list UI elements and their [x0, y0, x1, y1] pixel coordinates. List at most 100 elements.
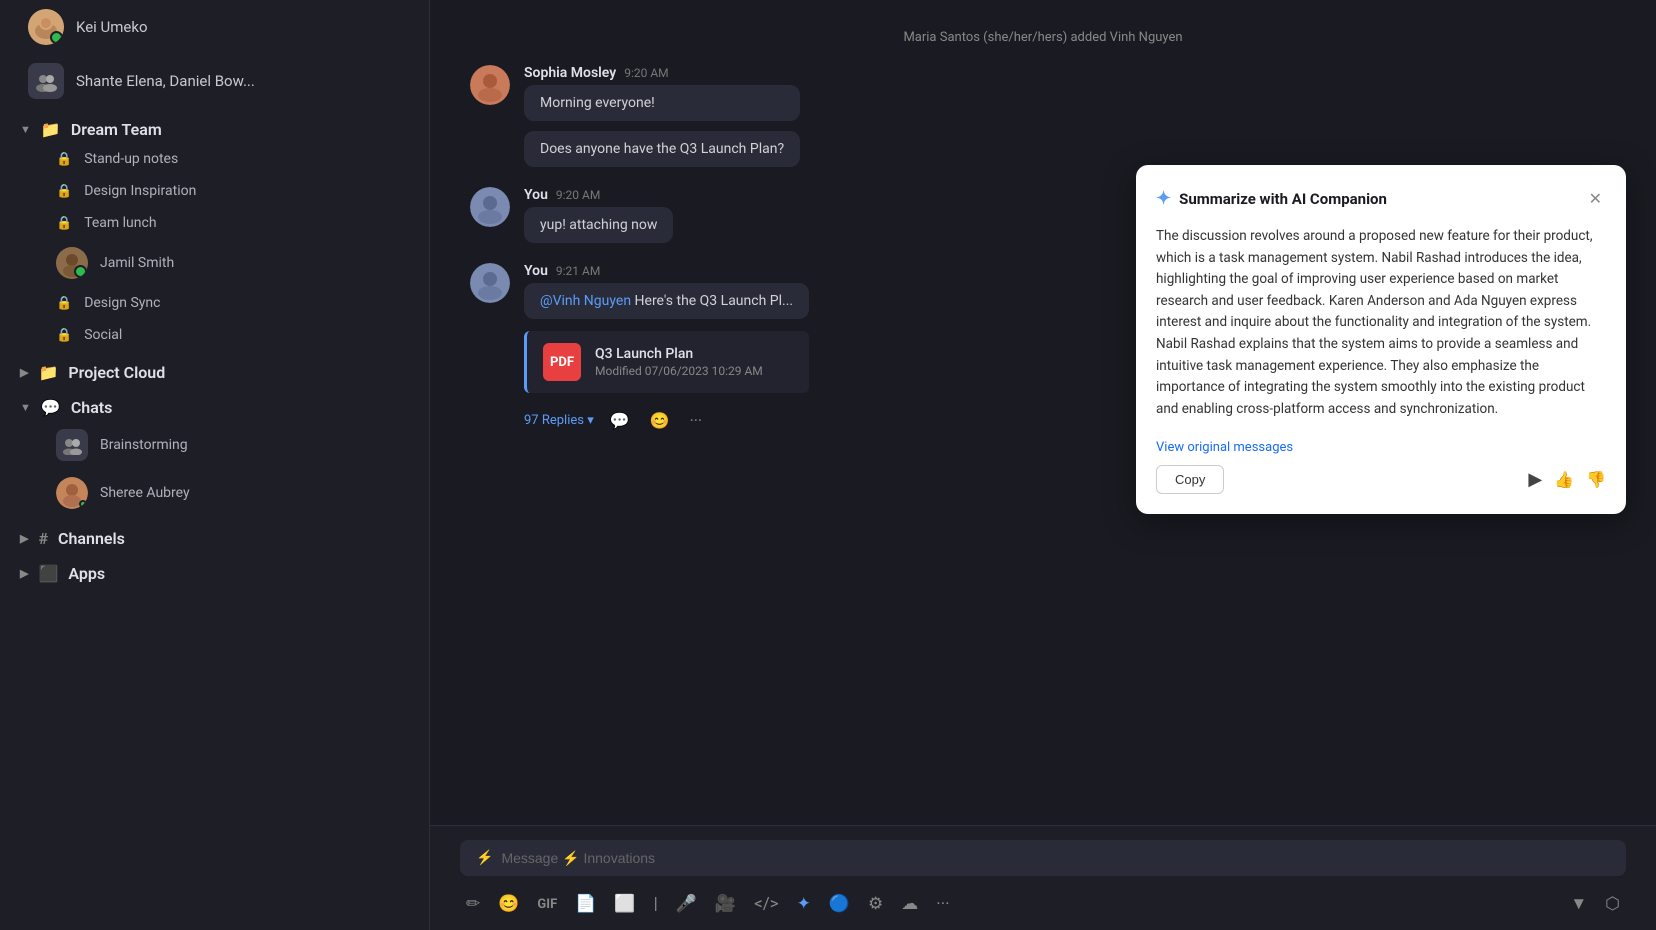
apps-label: Apps — [68, 564, 105, 583]
sidebar-item-design-sync[interactable]: 🔒 Design Sync — [8, 288, 421, 318]
sidebar-item-brainstorming[interactable]: Brainstorming — [8, 422, 421, 468]
hash-icon: # — [38, 529, 48, 548]
sidebar-section-apps[interactable]: ▶ ⬛ Apps — [0, 552, 429, 587]
expand-icon[interactable]: ⬡ — [1599, 890, 1626, 918]
design-inspiration-label: Design Inspiration — [84, 183, 196, 199]
sidebar-item-jamil[interactable]: Jamil Smith — [8, 240, 421, 286]
folder-icon: 📁 — [41, 120, 61, 139]
message-input-area: ⚡ ✏ 😊 GIF 📄 ⬜ | 🎤 🎥 </> ✦ 🔵 ⚙ ☁ ··· ▼ ⬡ — [430, 825, 1656, 930]
more-icon[interactable]: ··· — [686, 409, 707, 432]
emoji-toolbar-icon[interactable]: 😊 — [492, 890, 525, 918]
table-row: Sophia Mosley 9:20 AM Morning everyone! … — [470, 65, 1616, 167]
folder-icon-cloud: 📁 — [38, 363, 58, 382]
avatar-you-2 — [470, 263, 510, 303]
chevron-right-icon-cloud: ▶ — [20, 366, 28, 379]
avatar-shante — [28, 63, 64, 99]
gif-icon[interactable]: GIF — [531, 893, 563, 916]
sheree-label: Sheree Aubrey — [100, 485, 190, 501]
lightning-icon: ⚡ — [476, 850, 493, 866]
sidebar-section-channels[interactable]: ▶ # Channels — [0, 517, 429, 552]
ai-close-button[interactable]: ✕ — [1585, 185, 1606, 212]
main-content: Maria Santos (she/her/hers) added Vinh N… — [430, 0, 1656, 930]
message-toolbar: ✏ 😊 GIF 📄 ⬜ | 🎤 🎥 </> ✦ 🔵 ⚙ ☁ ··· ▼ ⬡ — [460, 886, 1626, 922]
message-input[interactable] — [501, 850, 1610, 866]
msg-bubble-sophia: Morning everyone! — [524, 85, 800, 121]
ai-title-text: Summarize with AI Companion — [1179, 190, 1387, 208]
ai-star-icon: ✦ — [1156, 188, 1171, 209]
sidebar-section-dream-team[interactable]: ▼ 📁 Dream Team — [0, 108, 429, 143]
file-name: Q3 Launch Plan — [595, 346, 763, 362]
file-icon-toolbar[interactable]: 📄 — [569, 890, 602, 918]
msg-bubble-you-2: @Vinh Nguyen Here's the Q3 Launch Pl... — [524, 283, 809, 319]
file-attachment[interactable]: PDF Q3 Launch Plan Modified 07/06/2023 1… — [524, 331, 809, 393]
msg-content-sophia: Sophia Mosley 9:20 AM Morning everyone! … — [524, 65, 800, 167]
sidebar-item-design-inspiration[interactable]: 🔒 Design Inspiration — [8, 176, 421, 206]
sidebar-item-social[interactable]: 🔒 Social — [8, 320, 421, 350]
sidebar-section-chats[interactable]: ▼ 💬 Chats — [0, 386, 429, 421]
avatar-sophia — [470, 65, 510, 105]
social-label: Social — [84, 327, 122, 343]
sidebar-item-kei[interactable]: Kei Umeko — [8, 1, 421, 53]
code-icon[interactable]: </> — [748, 890, 785, 918]
replies-bar: 97 Replies ▾ 💬 😊 ··· — [524, 403, 809, 438]
ai-thumbdown-button[interactable]: 👎 — [1586, 470, 1606, 489]
video-icon[interactable]: 🎥 — [709, 890, 742, 918]
ai-panel-header: ✦ Summarize with AI Companion ✕ — [1156, 185, 1606, 212]
msg-time-you-2: 9:21 AM — [556, 264, 600, 278]
more-toolbar-icon[interactable]: ··· — [930, 890, 955, 918]
msg-meta-you-2: You 9:21 AM — [524, 263, 809, 279]
replies-count: 97 Replies ▾ — [524, 413, 594, 428]
ai-companion-panel: ✦ Summarize with AI Companion ✕ The disc… — [1136, 165, 1626, 514]
msg-content-you-2: You 9:21 AM @Vinh Nguyen Here's the Q3 L… — [524, 263, 809, 438]
sidebar: Kei Umeko Shante Elena, Daniel Bow... ▼ … — [0, 0, 430, 930]
chevron-down-icon-chats: ▼ — [20, 401, 31, 414]
ai-footer: Copy ▶ 👍 👎 — [1156, 465, 1606, 494]
ai-toolbar-icon[interactable]: ✦ — [791, 890, 817, 918]
chevron-right-icon-apps: ▶ — [20, 567, 28, 580]
design-sync-label: Design Sync — [84, 295, 160, 311]
sidebar-label-kei: Kei Umeko — [76, 18, 148, 36]
channels-label: Channels — [58, 529, 125, 548]
avatar-sheree — [56, 477, 88, 509]
chevron-down-icon: ▼ — [20, 123, 31, 136]
ai-play-button[interactable]: ▶ — [1528, 469, 1542, 490]
sidebar-item-shante[interactable]: Shante Elena, Daniel Bow... — [8, 55, 421, 107]
mention-vinh: @Vinh Nguyen — [540, 293, 631, 309]
chat-icon: 💬 — [41, 398, 61, 417]
sidebar-section-project-cloud[interactable]: ▶ 📁 Project Cloud — [0, 351, 429, 386]
msg-content-you-1: You 9:20 AM yup! attaching now — [524, 187, 673, 243]
pdf-icon: PDF — [543, 343, 581, 381]
cloud-icon[interactable]: ☁ — [895, 890, 924, 918]
standup-label: Stand-up notes — [84, 151, 178, 167]
lock-icon: 🔒 — [56, 152, 72, 167]
microphone-icon[interactable]: 🎤 — [670, 890, 703, 918]
sidebar-item-standup[interactable]: 🔒 Stand-up notes — [8, 144, 421, 174]
avatar-jamil — [56, 247, 88, 279]
comment-icon[interactable]: 💬 — [606, 409, 634, 432]
chats-label: Chats — [71, 398, 113, 417]
emoji-icon[interactable]: 😊 — [646, 409, 674, 432]
ai-thumbup-button[interactable]: 👍 — [1554, 470, 1574, 489]
msg-bubble-you-1: yup! attaching now — [524, 207, 673, 243]
circle-icon[interactable]: 🔵 — [823, 890, 856, 918]
msg-time-you-1: 9:20 AM — [556, 188, 600, 202]
system-message: Maria Santos (she/her/hers) added Vinh N… — [470, 30, 1616, 45]
ai-action-buttons: ▶ 👍 👎 — [1528, 469, 1606, 490]
avatar-brainstorming — [56, 429, 88, 461]
settings-icon[interactable]: ⚙ — [862, 890, 889, 918]
filter-icon[interactable]: ▼ — [1564, 890, 1593, 918]
msg-author-you-2: You — [524, 263, 548, 279]
replies-button[interactable]: 97 Replies ▾ — [524, 413, 594, 428]
crop-icon[interactable]: ⬜ — [608, 890, 641, 918]
sidebar-item-team-lunch[interactable]: 🔒 Team lunch — [8, 208, 421, 238]
ai-view-original-link[interactable]: View original messages — [1156, 440, 1293, 455]
avatar-kei — [28, 9, 64, 45]
format-icon[interactable]: ✏ — [460, 890, 486, 918]
team-lunch-label: Team lunch — [84, 215, 156, 231]
sidebar-item-sheree[interactable]: Sheree Aubrey — [8, 470, 421, 516]
msg-meta-sophia: Sophia Mosley 9:20 AM — [524, 65, 800, 81]
avatar-you-1 — [470, 187, 510, 227]
apps-icon: ⬛ — [38, 564, 58, 583]
ai-copy-button[interactable]: Copy — [1156, 465, 1224, 494]
lock-icon-social: 🔒 — [56, 328, 72, 343]
